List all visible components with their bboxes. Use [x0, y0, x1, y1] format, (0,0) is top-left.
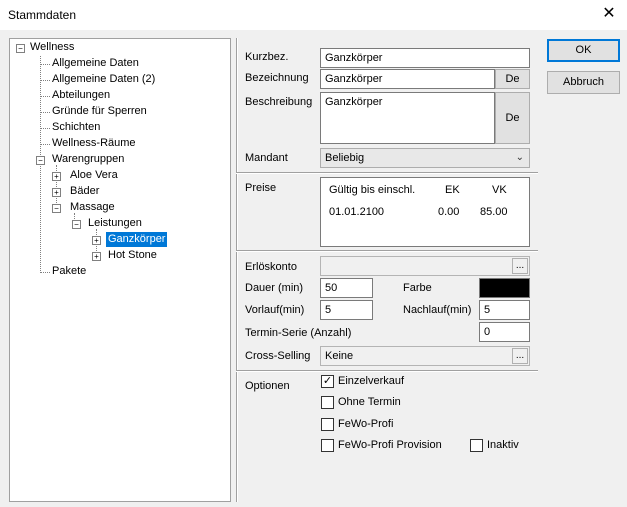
chevron-down-icon: ⌄	[515, 152, 524, 163]
tree-line	[40, 96, 50, 97]
nachlauf-input[interactable]: 5	[479, 300, 530, 320]
divider	[236, 172, 538, 174]
fewo-profi-checkbox[interactable]	[321, 418, 334, 431]
terminserie-label: Termin-Serie (Anzahl)	[245, 327, 352, 339]
tree-item-allgemeine-daten-2[interactable]: Allgemeine Daten (2)	[52, 72, 155, 87]
tree-item-massage[interactable]: Massage	[70, 200, 115, 215]
preise-row-ek[interactable]: 0.00	[438, 205, 459, 220]
inaktiv-label[interactable]: Inaktiv	[487, 438, 519, 453]
mandant-select[interactable]: Beliebig ⌄	[320, 148, 530, 168]
divider	[236, 370, 538, 372]
divider	[236, 250, 538, 252]
beschreibung-textarea[interactable]: Ganzkörper	[320, 92, 495, 144]
tree-line	[40, 112, 50, 113]
fewo-profi-provision-label[interactable]: FeWo-Profi Provision	[338, 438, 442, 453]
farbe-color-picker[interactable]	[479, 278, 530, 298]
collapse-icon[interactable]: −	[72, 220, 81, 229]
bezeichnung-input[interactable]: Ganzkörper	[320, 69, 495, 89]
tree-item-ganzkoerper[interactable]: Ganzkörper	[106, 232, 168, 247]
erloeskonto-label: Erlöskonto	[245, 261, 297, 273]
tree-view[interactable]: − Wellness Allgemeine Daten Allgemeine D…	[9, 38, 231, 502]
expand-icon[interactable]: +	[52, 172, 61, 181]
tree-item-schichten[interactable]: Schichten	[52, 120, 100, 135]
collapse-icon[interactable]: −	[52, 204, 61, 213]
abbruch-button[interactable]: Abbruch	[547, 71, 620, 94]
erloeskonto-browse-button[interactable]: ...	[512, 258, 528, 274]
column-header-vk[interactable]: VK	[492, 183, 507, 198]
tree-item-wellness[interactable]: Wellness	[30, 40, 74, 55]
tree-line	[40, 144, 50, 145]
erloeskonto-input[interactable]	[320, 256, 530, 276]
beschreibung-label: Beschreibung	[245, 96, 313, 108]
bezeichnung-label: Bezeichnung	[245, 72, 309, 84]
einzelverkauf-checkbox[interactable]: ✓	[321, 375, 334, 388]
inaktiv-checkbox[interactable]	[470, 439, 483, 452]
ok-button[interactable]: OK	[547, 39, 620, 62]
mandant-label: Mandant	[245, 152, 288, 164]
close-icon[interactable]: ✕	[601, 5, 617, 23]
tree-item-abteilungen[interactable]: Abteilungen	[52, 88, 110, 103]
terminserie-input[interactable]: 0	[479, 322, 530, 342]
beschreibung-language-button[interactable]: De	[495, 92, 530, 144]
einzelverkauf-label[interactable]: Einzelverkauf	[338, 374, 404, 389]
tree-item-wellness-raeume[interactable]: Wellness-Räume	[52, 136, 136, 151]
preise-row-vk[interactable]: 85.00	[480, 205, 508, 220]
tree-item-gruende-fuer-sperren[interactable]: Gründe für Sperren	[52, 104, 147, 119]
column-header-ek[interactable]: EK	[445, 183, 460, 198]
vertical-divider	[236, 38, 238, 502]
fewo-profi-provision-checkbox[interactable]	[321, 439, 334, 452]
kurzbez-input[interactable]: Ganzkörper	[320, 48, 530, 68]
dauer-input[interactable]: 50	[320, 278, 373, 298]
tree-line	[40, 80, 50, 81]
preise-list[interactable]: Gültig bis einschl. EK VK 01.01.2100 0.0…	[320, 177, 530, 247]
bezeichnung-language-button[interactable]: De	[495, 69, 530, 89]
ohne-termin-label[interactable]: Ohne Termin	[338, 395, 401, 410]
tree-line	[40, 64, 50, 65]
preise-label: Preise	[245, 182, 277, 194]
expand-icon[interactable]: +	[92, 236, 101, 245]
vorlauf-input[interactable]: 5	[320, 300, 373, 320]
tree-item-pakete[interactable]: Pakete	[52, 264, 86, 279]
tree-item-leistungen[interactable]: Leistungen	[88, 216, 142, 231]
nachlauf-label: Nachlauf(min)	[403, 304, 472, 316]
crossselling-input[interactable]: Keine	[320, 346, 530, 366]
optionen-label: Optionen	[245, 380, 290, 392]
kurzbez-label: Kurzbez.	[245, 51, 289, 63]
tree-line	[40, 128, 50, 129]
tree-line	[40, 272, 50, 273]
ohne-termin-checkbox[interactable]	[321, 396, 334, 409]
dauer-label: Dauer (min)	[245, 282, 304, 294]
fewo-profi-label[interactable]: FeWo-Profi	[338, 417, 393, 432]
tree-item-warengruppen[interactable]: Warengruppen	[52, 152, 124, 167]
column-header-gueltig[interactable]: Gültig bis einschl.	[329, 183, 415, 198]
title-bar: Stammdaten ✕	[0, 0, 627, 30]
farbe-label: Farbe	[403, 282, 432, 294]
crossselling-label: Cross-Selling	[245, 350, 311, 362]
tree-item-allgemeine-daten[interactable]: Allgemeine Daten	[52, 56, 139, 71]
crossselling-browse-button[interactable]: ...	[512, 348, 528, 364]
tree-item-baeder[interactable]: Bäder	[70, 184, 99, 199]
vorlauf-label: Vorlauf(min)	[245, 304, 305, 316]
tree-item-aloe-vera[interactable]: Aloe Vera	[70, 168, 118, 183]
window-title: Stammdaten	[8, 8, 77, 22]
collapse-icon[interactable]: −	[16, 44, 25, 53]
mandant-value: Beliebig	[325, 152, 365, 164]
expand-icon[interactable]: +	[52, 188, 61, 197]
expand-icon[interactable]: +	[92, 252, 101, 261]
collapse-icon[interactable]: −	[36, 156, 45, 165]
dialog-window: Stammdaten ✕ − Wellness Allgemeine Daten…	[0, 0, 627, 507]
preise-row-date[interactable]: 01.01.2100	[329, 205, 384, 220]
tree-item-hot-stone[interactable]: Hot Stone	[108, 248, 157, 263]
